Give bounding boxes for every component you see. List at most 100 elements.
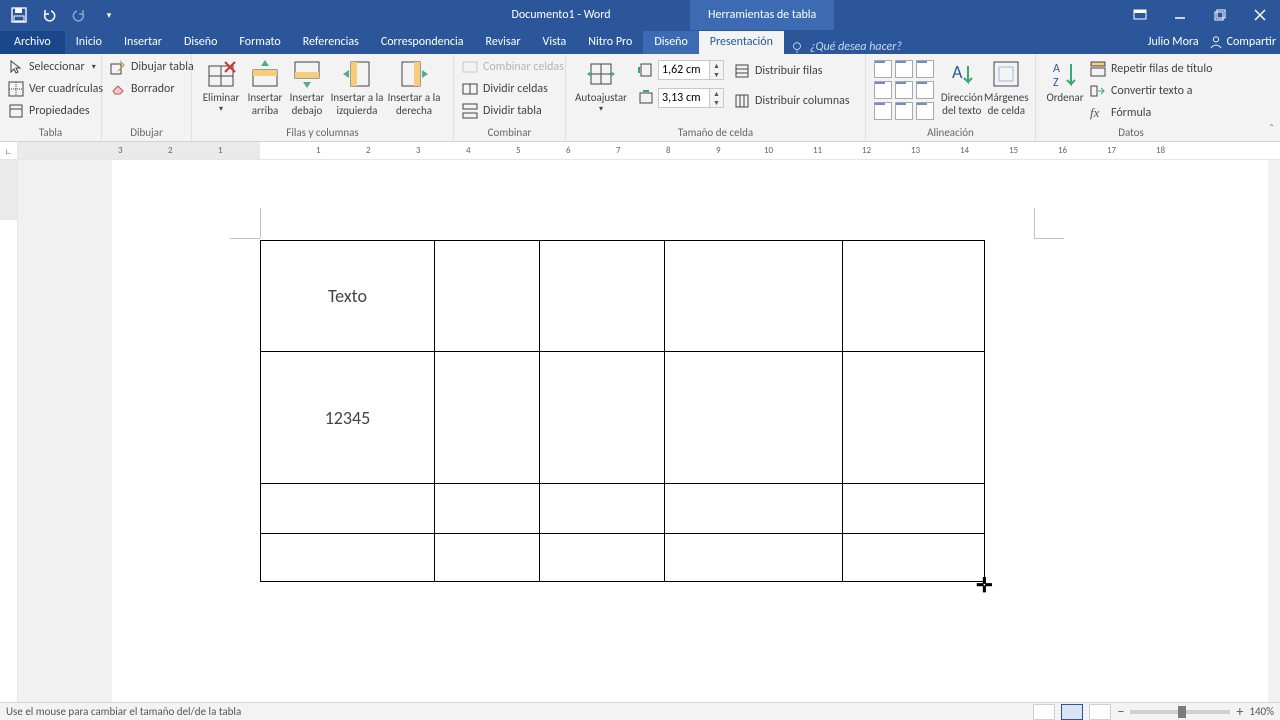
table-cell[interactable] <box>540 352 665 484</box>
table-cell[interactable]: Texto <box>261 241 435 352</box>
tab-file[interactable]: Archivo <box>0 31 65 54</box>
restore-icon[interactable] <box>1200 0 1240 30</box>
alignment-grid[interactable] <box>874 60 934 120</box>
table-cell[interactable] <box>665 484 843 534</box>
select-button[interactable]: Seleccionar▾ <box>6 56 105 78</box>
user-name[interactable]: Julio Mora <box>1148 35 1199 49</box>
draw-table-button[interactable]: Dibujar tabla <box>108 56 196 78</box>
col-width-spinner[interactable]: ▲▼ <box>710 88 724 108</box>
table-cell[interactable] <box>665 352 843 484</box>
tab-selector-icon[interactable]: ∟ <box>0 142 18 159</box>
tab-formato[interactable]: Formato <box>228 31 291 54</box>
align-tl[interactable] <box>874 60 892 78</box>
view-gridlines-button[interactable]: Ver cuadrículas <box>6 78 105 100</box>
repeat-header-button[interactable]: Repetir filas de título <box>1088 58 1214 80</box>
tab-diseno[interactable]: Diseño <box>173 31 228 54</box>
close-icon[interactable] <box>1240 0 1280 30</box>
tab-revisar[interactable]: Revisar <box>475 31 532 54</box>
status-message: Use el mouse para cambiar el tamaño del/… <box>6 705 241 718</box>
align-mr[interactable] <box>916 81 934 99</box>
table-cell[interactable] <box>843 534 985 582</box>
insert-col-right-icon <box>398 58 430 90</box>
zoom-out-button[interactable]: − <box>1117 703 1124 720</box>
properties-button[interactable]: Propiedades <box>6 100 105 122</box>
align-ml[interactable] <box>874 81 892 99</box>
table-cell[interactable] <box>540 484 665 534</box>
align-br[interactable] <box>916 102 934 120</box>
tab-insertar[interactable]: Insertar <box>113 31 173 54</box>
eraser-button[interactable]: Borrador <box>108 78 196 100</box>
vertical-ruler[interactable] <box>0 160 18 702</box>
table-cell[interactable] <box>435 484 540 534</box>
delete-button[interactable]: Eliminar▾ <box>198 56 244 114</box>
cell-margins-button[interactable]: Márgenes de celda <box>984 56 1029 117</box>
text-direction-button[interactable]: A Dirección del texto <box>940 56 984 117</box>
title-bar: ▾ Documento1 - Word Herramientas de tabl… <box>0 0 1280 30</box>
merge-icon <box>462 59 478 75</box>
save-icon[interactable] <box>6 2 32 28</box>
tab-nitro[interactable]: Nitro Pro <box>577 31 643 54</box>
collapse-ribbon-icon[interactable]: ˆ <box>1269 123 1274 137</box>
share-button[interactable]: Compartir <box>1209 35 1276 49</box>
align-bc[interactable] <box>895 102 913 120</box>
insert-left-button[interactable]: Insertar a la izquierda <box>328 56 386 117</box>
table-cell[interactable] <box>435 534 540 582</box>
align-tc[interactable] <box>895 60 913 78</box>
insert-right-button[interactable]: Insertar a la derecha <box>386 56 442 117</box>
table-cell[interactable] <box>843 484 985 534</box>
zoom-slider[interactable] <box>1130 710 1230 714</box>
table-cell[interactable] <box>540 534 665 582</box>
align-bl[interactable] <box>874 102 892 120</box>
insert-below-button[interactable]: Insertar debajo <box>286 56 328 117</box>
horizontal-ruler[interactable]: ∟ 321123456789101112131415161718 <box>0 142 1280 160</box>
ribbon-display-options-icon[interactable] <box>1120 0 1160 30</box>
convert-text-button[interactable]: Convertir texto a <box>1088 80 1214 102</box>
align-mc[interactable] <box>895 81 913 99</box>
insert-above-button[interactable]: Insertar arriba <box>244 56 286 117</box>
tab-vista[interactable]: Vista <box>532 31 578 54</box>
svg-text:A: A <box>1053 62 1060 76</box>
view-web-layout[interactable] <box>1089 704 1111 720</box>
undo-icon[interactable] <box>36 2 62 28</box>
row-height-input[interactable] <box>658 60 710 80</box>
group-label-alineacion: Alineación <box>872 126 1029 141</box>
align-tr[interactable] <box>916 60 934 78</box>
table-cell[interactable] <box>843 241 985 352</box>
tab-context-design[interactable]: Diseño <box>643 31 698 54</box>
document-table[interactable]: Texto12345 <box>260 240 985 582</box>
tab-context-layout[interactable]: Presentación <box>699 31 784 54</box>
sort-button[interactable]: AZ Ordenar <box>1042 56 1088 105</box>
split-table-button[interactable]: Dividir tabla <box>460 100 566 122</box>
minimize-icon[interactable] <box>1160 0 1200 30</box>
table-cell[interactable] <box>843 352 985 484</box>
view-print-layout[interactable] <box>1061 704 1083 720</box>
table-cell[interactable] <box>540 241 665 352</box>
tab-correspondencia[interactable]: Correspondencia <box>370 31 475 54</box>
tell-me-search[interactable]: ¿Qué desea hacer? <box>790 40 902 54</box>
table-cell[interactable] <box>665 241 843 352</box>
split-cells-button[interactable]: Dividir celdas <box>460 78 566 100</box>
table-cell[interactable]: 12345 <box>261 352 435 484</box>
table-cell[interactable] <box>435 352 540 484</box>
gridlines-icon <box>8 81 24 97</box>
autofit-button[interactable]: Autoajustar▾ <box>572 56 630 114</box>
tab-inicio[interactable]: Inicio <box>65 31 113 54</box>
document-area[interactable]: Texto12345 ✛ <box>18 160 1280 702</box>
distribute-rows-button[interactable]: Distribuir filas <box>732 60 852 82</box>
formula-button[interactable]: fxFórmula <box>1088 102 1214 124</box>
redo-icon[interactable] <box>66 2 92 28</box>
distribute-cols-button[interactable]: Distribuir columnas <box>732 90 852 112</box>
zoom-level[interactable]: 140% <box>1249 705 1274 718</box>
view-read-mode[interactable] <box>1033 704 1055 720</box>
row-height-spinner[interactable]: ▲▼ <box>710 60 724 80</box>
tab-referencias[interactable]: Referencias <box>292 31 370 54</box>
col-width-input[interactable] <box>658 88 710 108</box>
table-cell[interactable] <box>665 534 843 582</box>
table-cell[interactable] <box>261 534 435 582</box>
table-cell[interactable] <box>435 241 540 352</box>
distribute-cols-icon <box>734 93 750 109</box>
vertical-scrollbar[interactable] <box>1268 160 1280 702</box>
qat-customize-icon[interactable]: ▾ <box>96 2 122 28</box>
table-cell[interactable] <box>261 484 435 534</box>
zoom-in-button[interactable]: + <box>1236 703 1243 720</box>
